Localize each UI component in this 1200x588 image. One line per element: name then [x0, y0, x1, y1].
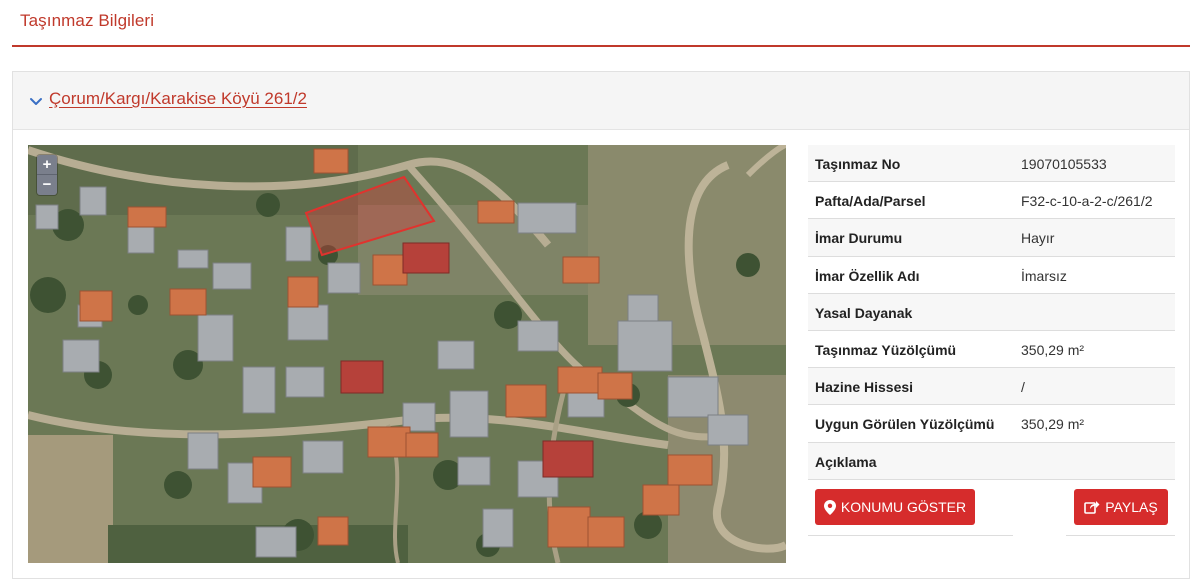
info-value: F32-c-10-a-2-c/261/2	[1021, 193, 1153, 210]
info-row-area: Taşınmaz Yüzölçümü 350,29 m²	[808, 331, 1175, 369]
info-label: Taşınmaz Yüzölçümü	[815, 341, 957, 358]
info-row-approved-area: Uygun Görülen Yüzölçümü 350,29 m²	[808, 405, 1175, 443]
divider	[808, 535, 1013, 536]
info-row-sheet-block-parcel: Pafta/Ada/Parsel F32-c-10-a-2-c/261/2	[808, 182, 1175, 220]
info-row-zoning-status: İmar Durumu Hayır	[808, 219, 1175, 257]
info-label: Uygun Görülen Yüzölçümü	[815, 416, 995, 433]
info-label: Hazine Hissesi	[815, 379, 914, 396]
zoom-in-button[interactable]: +	[37, 155, 57, 175]
divider	[1066, 535, 1175, 536]
info-value: 19070105533	[1021, 156, 1107, 172]
action-bar: KONUMU GÖSTER PAYLAŞ	[808, 489, 1175, 536]
info-value: Hayır	[1021, 230, 1055, 247]
satellite-image	[28, 145, 786, 563]
show-location-label: KONUMU GÖSTER	[840, 499, 967, 515]
satellite-map[interactable]: + −	[28, 145, 786, 563]
info-label: İmar Özellik Adı	[815, 267, 920, 284]
property-info-table: Taşınmaz No 19070105533 Pafta/Ada/Parsel…	[808, 145, 1175, 480]
share-icon	[1084, 501, 1100, 514]
info-value: 350,29 m²	[1021, 341, 1085, 358]
info-row-treasury-share: Hazine Hissesi /	[808, 368, 1175, 406]
zoom-out-button[interactable]: −	[37, 175, 57, 195]
info-label: İmar Durumu	[815, 230, 903, 247]
share-button[interactable]: PAYLAŞ	[1074, 489, 1168, 525]
property-location-link[interactable]: Çorum/Kargı/Karakise Köyü 261/2	[49, 89, 307, 109]
info-label: Yasal Dayanak	[815, 304, 913, 321]
property-card: Çorum/Kargı/Karakise Köyü 261/2 + − Taşı…	[12, 71, 1190, 579]
info-row-property-no: Taşınmaz No 19070105533	[808, 145, 1175, 183]
info-row-description: Açıklama	[808, 442, 1175, 480]
map-marker-icon	[823, 499, 836, 515]
page-title: Taşınmaz Bilgileri	[20, 11, 155, 30]
show-location-button[interactable]: KONUMU GÖSTER	[815, 489, 975, 525]
page-header: Taşınmaz Bilgileri	[12, 0, 1190, 47]
info-value: /	[1021, 379, 1025, 396]
card-header[interactable]: Çorum/Kargı/Karakise Köyü 261/2	[13, 72, 1189, 130]
info-label: Açıklama	[815, 453, 877, 470]
info-label: Pafta/Ada/Parsel	[815, 193, 926, 210]
info-label: Taşınmaz No	[815, 156, 901, 172]
map-zoom-control: + −	[37, 155, 57, 195]
info-value: İmarsız	[1021, 267, 1067, 284]
share-label: PAYLAŞ	[1105, 499, 1158, 515]
info-value: 350,29 m²	[1021, 416, 1085, 433]
chevron-down-icon[interactable]	[28, 93, 44, 109]
info-row-legal-basis: Yasal Dayanak	[808, 293, 1175, 331]
info-row-zoning-feature: İmar Özellik Adı İmarsız	[808, 257, 1175, 294]
